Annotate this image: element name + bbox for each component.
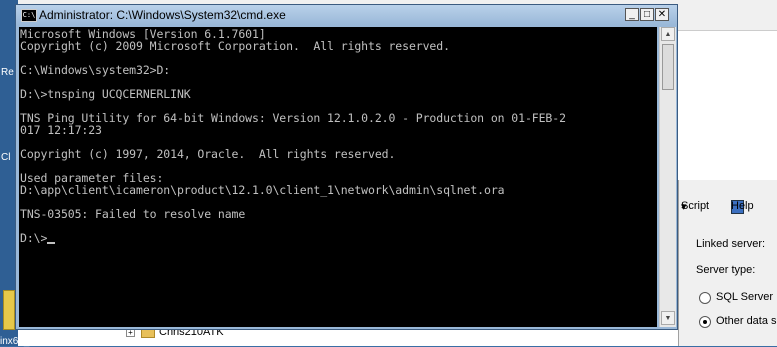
text-cursor [47, 242, 56, 244]
maximize-button[interactable]: □ [640, 8, 654, 21]
minimize-button[interactable]: _ [625, 8, 639, 21]
panel-toolbar: Script ▾ Help [679, 188, 777, 214]
console-line: C:\Windows\system32>D: [20, 63, 171, 77]
title-bar[interactable]: C:\ Administrator: C:\Windows\System32\c… [16, 5, 677, 25]
dropdown-arrow-icon: ▾ [681, 201, 687, 213]
console-line: D:\>tnsping UCQCERNERLINK [20, 87, 191, 101]
desktop-folder-icon[interactable] [3, 290, 15, 330]
window-title: Administrator: C:\Windows\System32\cmd.e… [39, 8, 286, 22]
desktop-icon-label: Re [1, 67, 14, 78]
other-data-source-radio[interactable] [699, 316, 711, 328]
close-button[interactable]: ✕ [655, 8, 669, 21]
vertical-scrollbar[interactable]: ▲ ▼ [659, 27, 676, 327]
console-line: Copyright (c) 2009 Microsoft Corporation… [20, 39, 450, 53]
console-line: Copyright (c) 1997, 2014, Oracle. All ri… [20, 147, 396, 161]
desktop-icon-label: Cl [1, 152, 11, 163]
desktop-icon-label: inx64_121 [0, 336, 47, 347]
console-line: D:\app\client\icameron\product\12.1.0\cl… [20, 183, 505, 197]
server-type-label: Server type: [696, 264, 756, 276]
cmd-icon[interactable]: C:\ [21, 9, 37, 22]
scroll-down-icon[interactable]: ▼ [661, 311, 675, 325]
linked-server-panel: Script ▾ Help Linked server: Server type… [678, 180, 777, 346]
sql-server-radio-label: SQL Server [716, 291, 774, 303]
console-line: TNS-03505: Failed to resolve name [20, 207, 246, 221]
console-output[interactable]: Microsoft Windows [Version 6.1.7601] Copy… [19, 27, 657, 327]
linked-server-label: Linked server: [696, 238, 766, 250]
other-data-source-radio-label: Other data sourc [716, 315, 777, 327]
sql-server-radio[interactable] [699, 292, 711, 304]
cmd-window: C:\ Administrator: C:\Windows\System32\c… [15, 4, 678, 330]
console-line: D:\> [20, 232, 56, 244]
scroll-thumb[interactable] [662, 44, 674, 90]
scroll-up-icon[interactable]: ▲ [661, 27, 675, 41]
console-line: 017 12:17:23 [20, 123, 102, 137]
help-label: Help [731, 200, 754, 212]
